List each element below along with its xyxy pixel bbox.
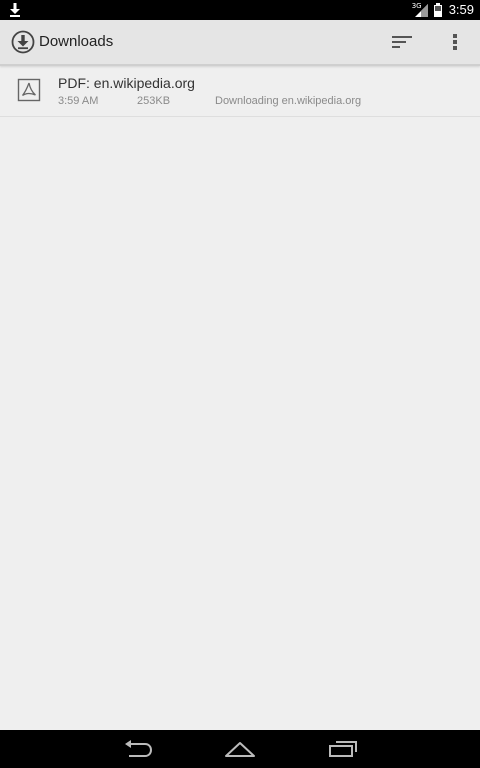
download-status: Downloading en.wikipedia.org [215, 95, 362, 107]
download-size: 253KB [137, 95, 171, 107]
status-time: 3:59 [448, 2, 474, 17]
status-indicators: 3G 3:59 [412, 0, 474, 20]
navigation-bar [0, 730, 480, 768]
action-bar: Downloads [0, 20, 480, 66]
overflow-menu-icon [453, 34, 457, 50]
download-item[interactable]: PDF: en.wikipedia.org 3:59 AM 253KB Down… [0, 66, 480, 117]
home-icon [225, 742, 255, 757]
app-title: Downloads [39, 33, 114, 50]
status-bar: 3G 3:59 [0, 0, 480, 20]
download-circle-icon[interactable] [11, 30, 35, 54]
back-icon [125, 740, 153, 757]
download-list: PDF: en.wikipedia.org 3:59 AM 253KB Down… [0, 66, 480, 117]
sort-icon [392, 36, 412, 48]
download-title: PDF: en.wikipedia.org [58, 75, 195, 91]
pdf-file-icon [17, 78, 41, 102]
sort-button[interactable] [386, 27, 418, 57]
download-arrow-icon [8, 2, 22, 18]
recents-icon [329, 741, 357, 757]
download-time: 3:59 AM [58, 95, 99, 107]
battery-icon [433, 2, 443, 18]
home-button[interactable] [210, 734, 270, 764]
back-button[interactable] [108, 734, 168, 764]
overflow-menu-button[interactable] [440, 27, 470, 57]
downloads-screen: 3G 3:59 Downloads PDF: en.wikipedia.org … [0, 0, 480, 768]
recents-button[interactable] [313, 734, 373, 764]
signal-icon: 3G [412, 2, 429, 18]
